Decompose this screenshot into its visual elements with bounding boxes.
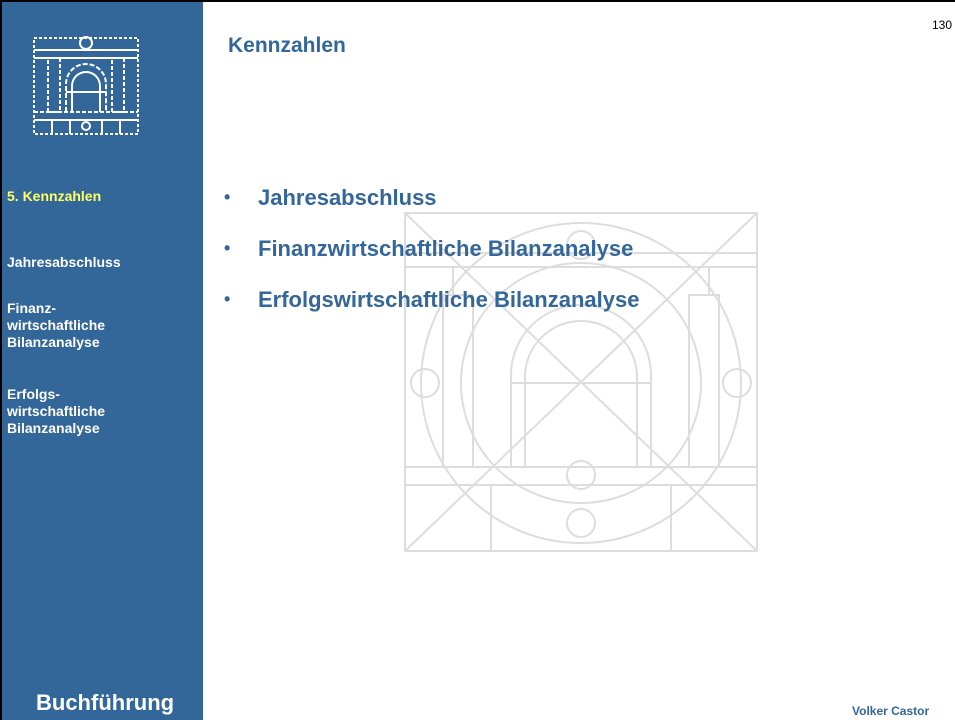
- bullet-icon: •: [224, 289, 231, 309]
- bullet-text: Erfolgswirtschaftliche Bilanzanalyse: [258, 286, 640, 312]
- sidebar: 5. Kennzahlen Jahresabschluss Finanz- wi…: [2, 2, 203, 720]
- bullet-icon: •: [224, 187, 231, 207]
- sidebar-item-label: Bilanzanalyse: [7, 334, 100, 350]
- author-name: Volker Castor: [852, 704, 930, 718]
- page-number: 130: [932, 18, 953, 32]
- sidebar-item-label: Bilanzanalyse: [7, 420, 100, 436]
- sidebar-item-label: wirtschaftliche: [7, 403, 106, 419]
- sidebar-item-label: wirtschaftliche: [7, 317, 106, 333]
- sidebar-current-section[interactable]: 5. Kennzahlen: [7, 188, 101, 204]
- sidebar-item-label: Finanz-: [7, 300, 56, 316]
- slide-title: Kennzahlen: [228, 34, 346, 57]
- bullet-icon: •: [224, 238, 231, 258]
- sidebar-item-finanzwirtschaftliche[interactable]: Finanz- wirtschaftliche Bilanzanalyse: [7, 300, 197, 351]
- course-title: Buchführung: [36, 690, 175, 715]
- arch-portal-icon: [33, 36, 139, 135]
- bullet-text: Finanzwirtschaftliche Bilanzanalyse: [258, 235, 634, 261]
- bullet-item: • Finanzwirtschaftliche Bilanzanalyse: [222, 223, 639, 274]
- sidebar-item-jahresabschluss[interactable]: Jahresabschluss: [7, 254, 197, 271]
- bullet-list: • Jahresabschluss • Finanzwirtschaftlich…: [222, 172, 639, 325]
- bullet-item: • Erfolgswirtschaftliche Bilanzanalyse: [222, 274, 639, 325]
- sidebar-item-erfolgswirtschaftliche[interactable]: Erfolgs- wirtschaftliche Bilanzanalyse: [7, 386, 197, 437]
- bullet-item: • Jahresabschluss: [222, 172, 639, 223]
- bullet-text: Jahresabschluss: [258, 184, 437, 210]
- sidebar-item-label: Jahresabschluss: [7, 254, 121, 270]
- sidebar-item-label: Erfolgs-: [7, 386, 60, 402]
